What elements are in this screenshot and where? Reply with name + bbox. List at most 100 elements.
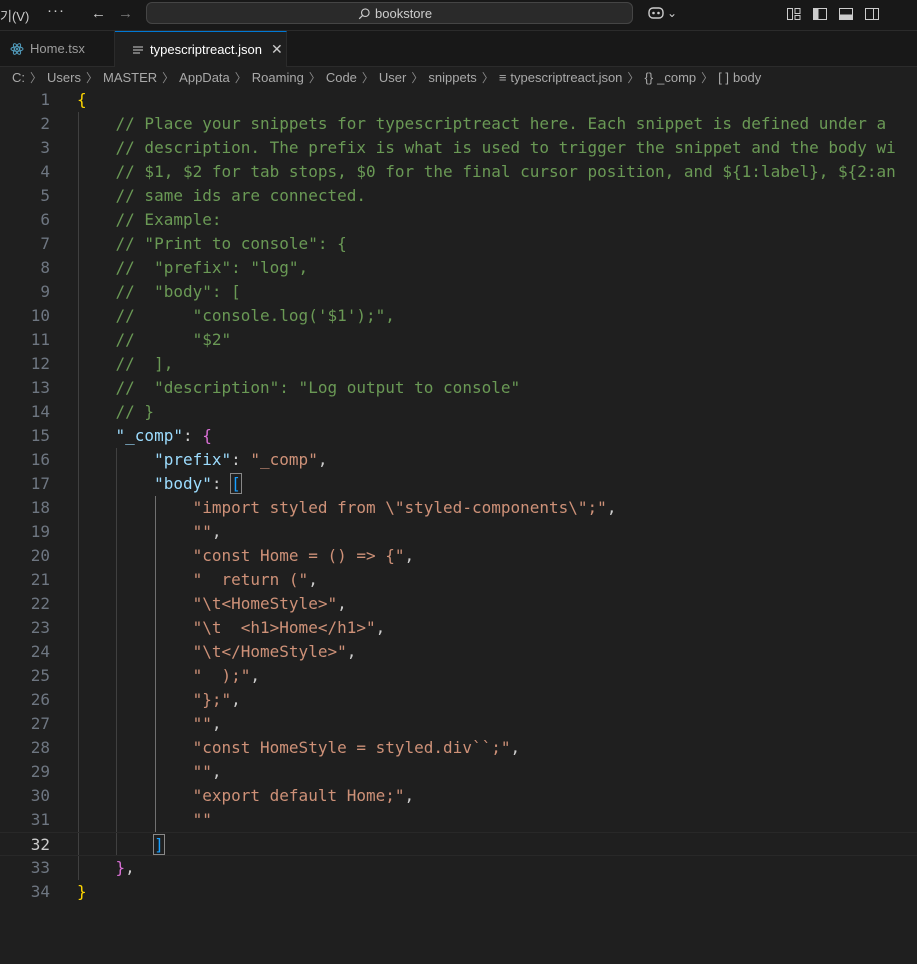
breadcrumb-item[interactable]: Roaming <box>252 70 304 85</box>
code-token: : <box>182 426 203 445</box>
code-token: "_comp" <box>115 426 183 445</box>
code-line[interactable]: 6 // Example: <box>0 208 917 232</box>
breadcrumb-item[interactable]: User <box>379 70 406 85</box>
search-icon <box>358 7 370 19</box>
line-number: 32 <box>30 835 50 854</box>
toggle-secondary-sidebar-icon[interactable] <box>864 6 880 22</box>
code-token: "const Home = () => {" <box>192 546 405 565</box>
breadcrumb-item[interactable]: snippets <box>428 70 476 85</box>
code-line[interactable]: 18 "import styled from \"styled-componen… <box>0 496 917 520</box>
breadcrumb-item[interactable]: typescriptreact.json <box>510 70 622 85</box>
code-line[interactable]: 11 // "$2" <box>0 328 917 352</box>
code-line[interactable]: 7 // "Print to console": { <box>0 232 917 256</box>
code-editor[interactable]: 1{2 // Place your snippets for typescrip… <box>0 88 917 964</box>
code-token: , <box>375 618 386 637</box>
code-line[interactable]: 33 }, <box>0 856 917 880</box>
code-line[interactable]: 27 "", <box>0 712 917 736</box>
code-token: // "prefix": "log", <box>115 258 309 277</box>
code-line[interactable]: 10 // "console.log('$1');", <box>0 304 917 328</box>
toggle-panel-icon[interactable] <box>838 6 854 22</box>
code-line[interactable]: 29 "", <box>0 760 917 784</box>
breadcrumb-item[interactable]: C: <box>12 70 25 85</box>
line-number: 27 <box>30 714 50 733</box>
code-token: "" <box>192 810 212 829</box>
code-token: [ <box>230 473 242 494</box>
line-number: 9 <box>40 282 50 301</box>
customize-layout-icon[interactable] <box>786 6 802 22</box>
breadcrumb-item[interactable]: _comp <box>657 70 696 85</box>
code-text: }, <box>77 856 135 880</box>
code-line[interactable]: 34} <box>0 880 917 904</box>
tab-home-tsx[interactable]: Home.tsx <box>0 31 115 66</box>
more-menu-icon[interactable]: ··· <box>47 2 65 19</box>
code-text: "prefix": "_comp", <box>77 448 327 472</box>
line-number: 4 <box>40 162 50 181</box>
code-token: , <box>317 450 328 469</box>
code-token: } <box>115 858 126 877</box>
code-token: // ], <box>115 354 174 373</box>
code-line[interactable]: 25 " );", <box>0 664 917 688</box>
code-line[interactable]: 9 // "body": [ <box>0 280 917 304</box>
breadcrumb-item[interactable]: body <box>733 70 761 85</box>
breadcrumb-item[interactable]: Users <box>47 70 81 85</box>
code-line[interactable]: 31 "" <box>0 808 917 832</box>
code-line[interactable]: 2 // Place your snippets for typescriptr… <box>0 112 917 136</box>
view-menu[interactable]: 기(V) <box>0 6 29 25</box>
code-line[interactable]: 28 "const HomeStyle = styled.div``;", <box>0 736 917 760</box>
code-text: // $1, $2 for tab stops, $0 for the fina… <box>77 160 896 184</box>
tab-label: typescriptreact.json <box>150 42 262 57</box>
code-line[interactable]: 13 // "description": "Log output to cons… <box>0 376 917 400</box>
code-token: // Place your snippets for typescriptrea… <box>115 114 887 133</box>
code-text: // "body": [ <box>77 280 241 304</box>
code-token: // same ids are connected. <box>115 186 366 205</box>
code-line[interactable]: 14 // } <box>0 400 917 424</box>
chevron-right-icon: 〉 <box>30 70 43 85</box>
code-line[interactable]: 21 " return (", <box>0 568 917 592</box>
code-line[interactable]: 8 // "prefix": "log", <box>0 256 917 280</box>
line-number: 2 <box>40 114 50 133</box>
code-token: "_comp" <box>250 450 318 469</box>
breadcrumb-item[interactable]: MASTER <box>103 70 157 85</box>
code-token: } <box>77 882 87 901</box>
code-line[interactable]: 30 "export default Home;", <box>0 784 917 808</box>
code-line[interactable]: 15 "_comp": { <box>0 424 917 448</box>
breadcrumb-item[interactable]: AppData <box>179 70 230 85</box>
toggle-primary-sidebar-icon[interactable] <box>812 6 828 22</box>
tab-typescriptreact-json[interactable]: typescriptreact.json ✕ <box>115 31 287 67</box>
code-line[interactable]: 22 "\t<HomeStyle>", <box>0 592 917 616</box>
code-token: , <box>308 570 318 589</box>
breadcrumb-item[interactable]: Code <box>326 70 357 85</box>
code-line[interactable]: 17 "body": [ <box>0 472 917 496</box>
code-line[interactable]: 26 "};", <box>0 688 917 712</box>
code-text: // "$2" <box>77 328 232 352</box>
code-line[interactable]: 1{ <box>0 88 917 112</box>
code-line[interactable]: 23 "\t <h1>Home</h1>", <box>0 616 917 640</box>
chevron-right-icon: 〉 <box>361 70 374 85</box>
command-center-search[interactable]: bookstore <box>146 2 633 24</box>
code-line[interactable]: 20 "const Home = () => {", <box>0 544 917 568</box>
code-line[interactable]: 3 // description. The prefix is what is … <box>0 136 917 160</box>
back-arrow-icon[interactable]: ← <box>91 5 106 22</box>
code-line[interactable]: 12 // ], <box>0 352 917 376</box>
code-line[interactable]: 5 // same ids are connected. <box>0 184 917 208</box>
code-line[interactable]: 4 // $1, $2 for tab stops, $0 for the fi… <box>0 160 917 184</box>
code-line[interactable]: 32 ] <box>0 832 917 856</box>
code-line[interactable]: 24 "\t</HomeStyle>", <box>0 640 917 664</box>
line-number: 16 <box>30 450 50 469</box>
forward-arrow-icon[interactable]: → <box>118 5 133 22</box>
copilot-button[interactable]: ⌄ <box>647 5 677 21</box>
code-text: "" <box>77 808 212 832</box>
code-token: "const HomeStyle = styled.div``;" <box>192 738 511 757</box>
code-line[interactable]: 19 "", <box>0 520 917 544</box>
code-line[interactable]: 16 "prefix": "_comp", <box>0 448 917 472</box>
line-number: 22 <box>30 594 50 613</box>
close-icon[interactable]: ✕ <box>271 41 283 58</box>
code-token: , <box>211 714 222 733</box>
